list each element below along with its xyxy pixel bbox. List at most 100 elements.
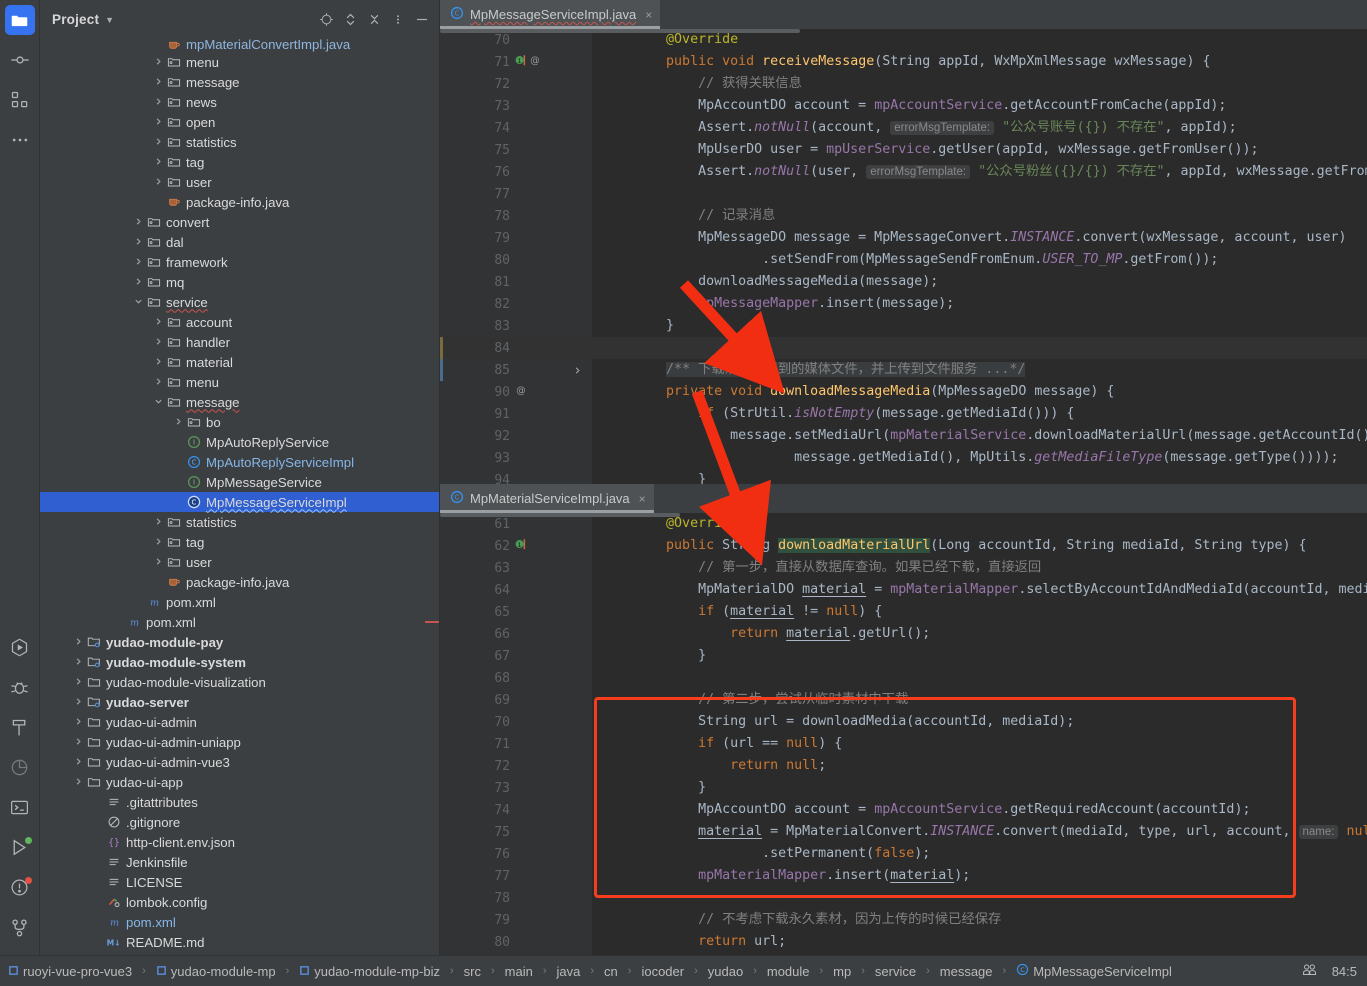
- breadcrumb-item[interactable]: yudao: [708, 964, 743, 979]
- gutter-line[interactable]: 83: [440, 315, 592, 337]
- gutter-line[interactable]: 85: [440, 359, 592, 381]
- tree-item[interactable]: message: [40, 392, 439, 412]
- close-icon[interactable]: ×: [645, 8, 652, 22]
- chevron-right-icon[interactable]: [152, 117, 165, 128]
- code-line[interactable]: }: [592, 315, 1367, 337]
- code-line[interactable]: private void downloadMessageMedia(MpMess…: [592, 381, 1367, 403]
- impl-marker-icon[interactable]: 1: [515, 54, 526, 71]
- chevron-right-icon[interactable]: [152, 537, 165, 548]
- chevron-right-icon[interactable]: [72, 757, 85, 768]
- gutter-line[interactable]: 80: [440, 931, 592, 953]
- debug-icon[interactable]: [0, 667, 40, 707]
- tree-item[interactable]: convert: [40, 212, 439, 232]
- tree-item[interactable]: yudao-ui-admin: [40, 712, 439, 732]
- gutter-line[interactable]: 64: [440, 579, 592, 601]
- tree-item[interactable]: lombok.config: [40, 892, 439, 912]
- services-icon[interactable]: [0, 827, 40, 867]
- tree-item[interactable]: statistics: [40, 132, 439, 152]
- code-line[interactable]: Assert.notNull(account, errorMsgTemplate…: [592, 117, 1367, 139]
- tree-item[interactable]: handler: [40, 332, 439, 352]
- tree-item[interactable]: mpom.xml: [40, 612, 439, 632]
- chevron-right-icon[interactable]: [132, 277, 145, 288]
- gutter-line[interactable]: 69: [440, 689, 592, 711]
- tree-item[interactable]: yudao-ui-admin-uniapp: [40, 732, 439, 752]
- select-opened-file-button[interactable]: [315, 9, 337, 31]
- tree-item[interactable]: account: [40, 312, 439, 332]
- code-line[interactable]: mpMaterialMapper.insert(material);: [592, 865, 1367, 887]
- code-line[interactable]: }: [592, 645, 1367, 667]
- chevron-right-icon[interactable]: [72, 637, 85, 648]
- chevron-right-icon[interactable]: [152, 57, 165, 68]
- gutter-line[interactable]: 67: [440, 645, 592, 667]
- run-icon[interactable]: [0, 627, 40, 667]
- chevron-right-icon[interactable]: [72, 677, 85, 688]
- code-line[interactable]: message.setMediaUrl(mpMaterialService.do…: [592, 425, 1367, 447]
- code-line[interactable]: mpMessageMapper.insert(message);: [592, 293, 1367, 315]
- code-lines-top[interactable]: @Override public void receiveMessage(Str…: [592, 29, 1367, 484]
- chevron-down-icon[interactable]: [132, 297, 145, 308]
- gutter-line[interactable]: 78: [440, 205, 592, 227]
- code-line[interactable]: MpMessageDO message = MpMessageConvert.I…: [592, 227, 1367, 249]
- gutter-line[interactable]: 74: [440, 799, 592, 821]
- chevron-right-icon[interactable]: [152, 137, 165, 148]
- gutter-line[interactable]: 91: [440, 403, 592, 425]
- chevron-down-icon[interactable]: ▼: [105, 15, 114, 25]
- structure-icon[interactable]: [0, 80, 40, 120]
- chevron-right-icon[interactable]: [72, 737, 85, 748]
- gutter-line[interactable]: 65: [440, 601, 592, 623]
- gutter-line[interactable]: 79: [440, 227, 592, 249]
- tree-item[interactable]: user: [40, 172, 439, 192]
- chevron-right-icon[interactable]: [72, 697, 85, 708]
- code-line[interactable]: MpUserDO user = mpUserService.getUser(ap…: [592, 139, 1367, 161]
- chevron-right-icon[interactable]: [72, 777, 85, 788]
- tree-item[interactable]: yudao-ui-admin-vue3: [40, 752, 439, 772]
- chevron-right-icon[interactable]: [132, 217, 145, 228]
- tree-item[interactable]: news: [40, 92, 439, 112]
- chevron-right-icon[interactable]: [152, 557, 165, 568]
- gutter-line[interactable]: 75: [440, 139, 592, 161]
- tree-item[interactable]: IMpAutoReplyService: [40, 432, 439, 452]
- code-line[interactable]: [592, 667, 1367, 689]
- gutter-line[interactable]: 84: [440, 337, 592, 359]
- gutter-line[interactable]: 74: [440, 117, 592, 139]
- chevron-right-icon[interactable]: [72, 717, 85, 728]
- gutter-markers[interactable]: 1@: [510, 54, 566, 71]
- tree-item[interactable]: M↓README.md: [40, 932, 439, 952]
- horizontal-scrollbar[interactable]: [440, 29, 800, 33]
- tree-item[interactable]: tag: [40, 152, 439, 172]
- gutter-line[interactable]: 621: [440, 535, 592, 557]
- project-icon[interactable]: [0, 0, 40, 40]
- chevron-right-icon[interactable]: [152, 77, 165, 88]
- code-line[interactable]: MpMaterialDO material = mpMaterialMapper…: [592, 579, 1367, 601]
- tree-item[interactable]: yudao-module-system: [40, 652, 439, 672]
- breadcrumb-item[interactable]: yudao-module-mp-biz: [299, 964, 440, 979]
- code-line[interactable]: public void receiveMessage(String appId,…: [592, 51, 1367, 73]
- code-line[interactable]: }: [592, 469, 1367, 484]
- tree-item[interactable]: .gitignore: [40, 812, 439, 832]
- code-line[interactable]: String url = downloadMedia(accountId, me…: [592, 711, 1367, 733]
- breadcrumb-item[interactable]: message: [940, 964, 993, 979]
- code-line[interactable]: /** 下载消息使用到的媒体文件，并上传到文件服务 ...*/: [592, 359, 1367, 381]
- breadcrumb-item[interactable]: cn: [604, 964, 618, 979]
- gutter-line[interactable]: 80: [440, 249, 592, 271]
- gutter-line[interactable]: 68: [440, 667, 592, 689]
- chevron-right-icon[interactable]: [152, 177, 165, 188]
- impl-marker-icon[interactable]: 1: [515, 538, 526, 555]
- tree-item[interactable]: package-info.java: [40, 192, 439, 212]
- breadcrumb-item[interactable]: CMpMessageServiceImpl: [1016, 963, 1172, 979]
- gutter-line[interactable]: 72: [440, 755, 592, 777]
- override-marker-icon[interactable]: @: [529, 54, 541, 70]
- tree-item[interactable]: menu: [40, 372, 439, 392]
- terminal-icon[interactable]: [0, 787, 40, 827]
- gutter-line[interactable]: 90@: [440, 381, 592, 403]
- chevron-right-icon[interactable]: [152, 97, 165, 108]
- tree-item[interactable]: statistics: [40, 512, 439, 532]
- code-line[interactable]: return material.getUrl();: [592, 623, 1367, 645]
- code-line[interactable]: material = MpMaterialConvert.INSTANCE.co…: [592, 821, 1367, 843]
- gutter-line[interactable]: 77: [440, 183, 592, 205]
- gutter-line[interactable]: 78: [440, 887, 592, 909]
- gutter-line[interactable]: 66: [440, 623, 592, 645]
- gutter-line[interactable]: 77: [440, 865, 592, 887]
- tree-item[interactable]: framework: [40, 252, 439, 272]
- gutter-markers[interactable]: 1: [510, 538, 566, 555]
